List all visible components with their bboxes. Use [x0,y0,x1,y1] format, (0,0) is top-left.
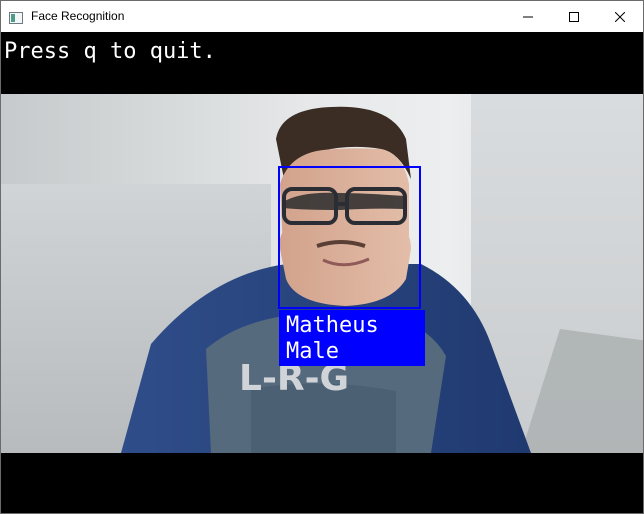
minimize-icon [523,16,533,17]
window-title: Face Recognition [31,9,125,23]
video-frame: Press q to quit. L-R-G Matheus Male [1,32,643,513]
detected-gender-label: Male [286,339,339,364]
close-icon [615,11,625,22]
title-bar[interactable]: Face Recognition [1,1,643,32]
app-window: Face Recognition Press q to quit. L-R-G … [0,0,644,514]
quit-hint: Press q to quit. [4,39,216,64]
detected-name-label: Matheus [286,313,379,338]
minimize-button[interactable] [505,1,551,32]
maximize-button[interactable] [551,1,597,32]
face-detection-box [278,166,421,309]
close-button[interactable] [597,1,643,32]
camera-feed: L-R-G Matheus Male [1,94,643,453]
maximize-icon [569,11,579,22]
app-icon [9,9,23,24]
window-app-icon [9,12,23,24]
